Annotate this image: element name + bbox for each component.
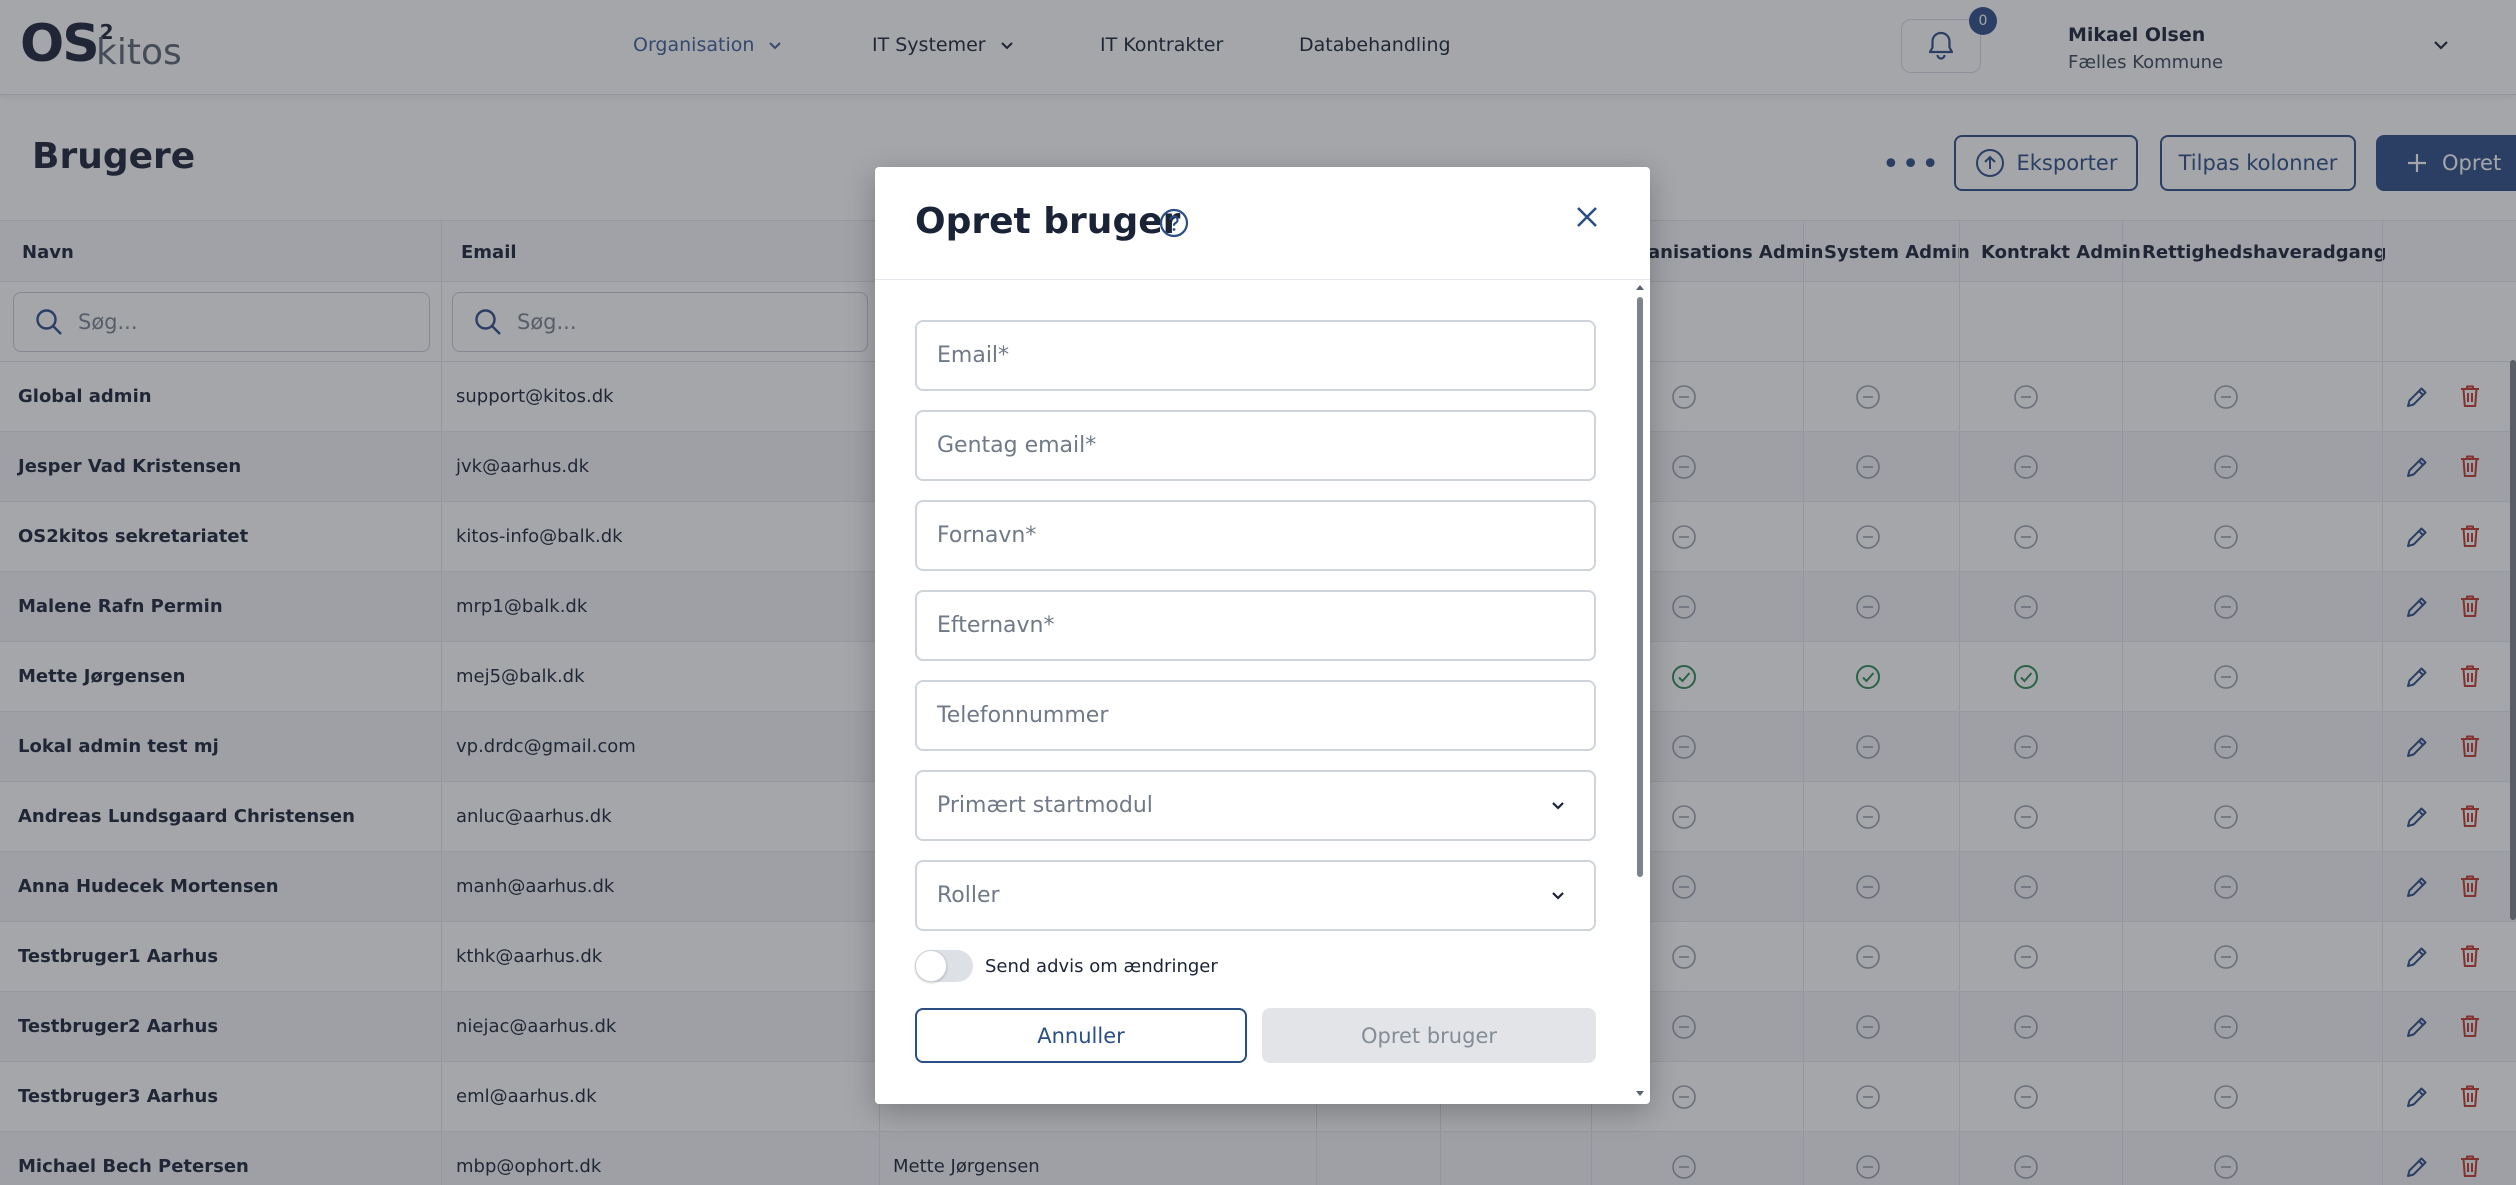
chevron-down-icon xyxy=(1552,801,1564,810)
roles-placeholder: Roller xyxy=(937,883,1000,908)
last-name-placeholder: Efternavn* xyxy=(937,613,1055,638)
cancel-button[interactable]: Annuller xyxy=(915,1008,1247,1063)
dialog-scrollbar[interactable] xyxy=(1637,297,1643,877)
dialog-title: Opret bruger xyxy=(915,201,1181,242)
create-user-submit-button[interactable]: Opret bruger xyxy=(1262,1008,1596,1063)
first-name-placeholder: Fornavn* xyxy=(937,523,1037,548)
last-name-field[interactable]: Efternavn* xyxy=(915,590,1596,661)
toggle-knob xyxy=(915,950,947,982)
phone-placeholder: Telefonnummer xyxy=(937,703,1109,728)
create-user-dialog: Opret bruger Email* Gentag email* Fornav… xyxy=(875,167,1650,1104)
start-module-placeholder: Primært startmodul xyxy=(937,793,1153,818)
scroll-down-arrow-icon[interactable] xyxy=(1634,1089,1646,1099)
dialog-divider xyxy=(875,279,1650,280)
roles-select[interactable]: Roller xyxy=(915,860,1596,931)
start-module-select[interactable]: Primært startmodul xyxy=(915,770,1596,841)
help-icon[interactable] xyxy=(1159,208,1189,238)
send-advis-label: Send advis om ændringer xyxy=(985,956,1218,977)
close-icon[interactable] xyxy=(1573,203,1601,231)
scroll-up-arrow-icon[interactable] xyxy=(1634,282,1646,292)
phone-field[interactable]: Telefonnummer xyxy=(915,680,1596,751)
first-name-field[interactable]: Fornavn* xyxy=(915,500,1596,571)
repeat-email-placeholder: Gentag email* xyxy=(937,433,1097,458)
chevron-down-icon xyxy=(1552,891,1564,900)
email-placeholder: Email* xyxy=(937,343,1010,368)
send-advis-toggle[interactable] xyxy=(915,950,973,982)
email-field[interactable]: Email* xyxy=(915,320,1596,391)
repeat-email-field[interactable]: Gentag email* xyxy=(915,410,1596,481)
